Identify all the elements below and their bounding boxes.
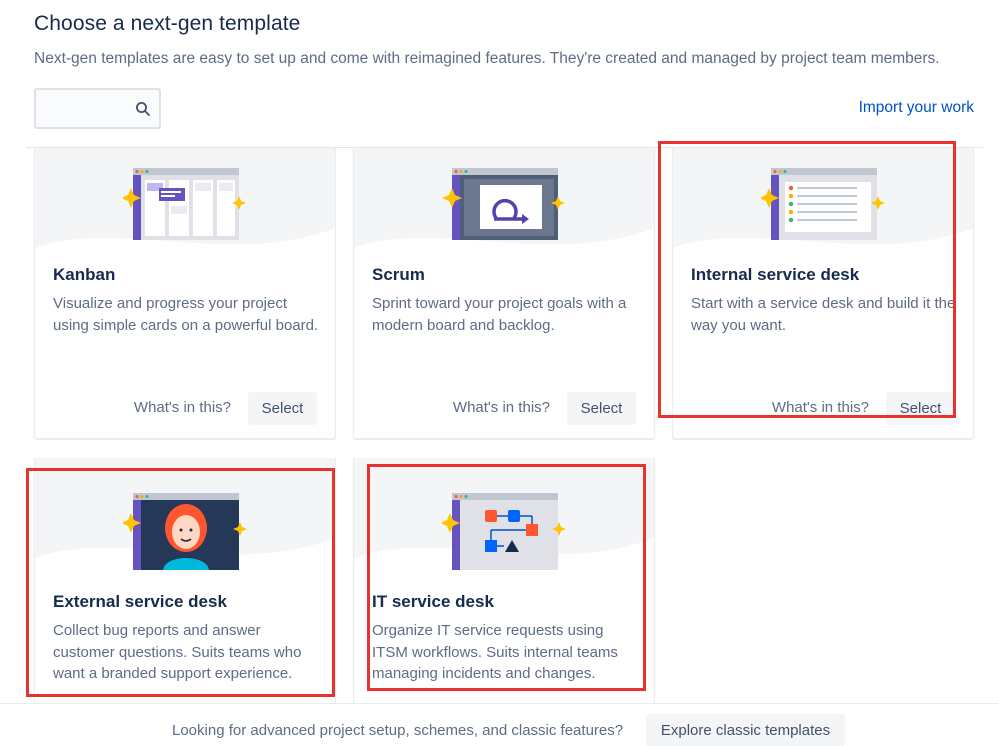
card-title: Scrum bbox=[372, 265, 425, 284]
scrum-sprint-illustration bbox=[442, 168, 565, 240]
card-description: Start with a service desk and build it t… bbox=[691, 295, 956, 334]
card-title: Kanban bbox=[53, 265, 116, 284]
template-card-external-service-desk[interactable]: External service desk Collect bug report… bbox=[34, 458, 336, 704]
card-description: Sprint toward your project goals with a … bbox=[372, 295, 627, 334]
template-card-scrum[interactable]: Scrum Sprint toward your project goals w… bbox=[353, 148, 655, 439]
card-title: External service desk bbox=[53, 592, 227, 611]
select-button[interactable]: Select bbox=[886, 392, 955, 425]
card-title: IT service desk bbox=[372, 592, 494, 611]
footer-text: Looking for advanced project setup, sche… bbox=[172, 722, 624, 739]
card-title: Internal service desk bbox=[691, 265, 860, 284]
page-subtitle: Next-gen templates are easy to set up an… bbox=[34, 50, 940, 67]
search-icon bbox=[136, 102, 150, 116]
whats-in-this-link[interactable]: What's in this? bbox=[772, 399, 869, 416]
select-button[interactable]: Select bbox=[248, 392, 317, 425]
select-button[interactable]: Select bbox=[567, 392, 636, 425]
search-input[interactable] bbox=[42, 98, 132, 120]
template-card-internal-service-desk[interactable]: Internal service desk Start with a servi… bbox=[672, 148, 974, 439]
whats-in-this-link[interactable]: What's in this? bbox=[134, 399, 231, 416]
card-description: Visualize and progress your project usin… bbox=[53, 295, 319, 334]
kanban-board-illustration bbox=[123, 168, 246, 240]
whats-in-this-link[interactable]: What's in this? bbox=[453, 399, 550, 416]
footer-bar: Looking for advanced project setup, sche… bbox=[0, 703, 999, 746]
card-description: Collect bug reports and answer customer … bbox=[53, 622, 302, 682]
card-description: Organize IT service requests using ITSM … bbox=[372, 622, 618, 682]
import-your-work-link[interactable]: Import your work bbox=[859, 99, 974, 117]
workflow-diagram-illustration bbox=[442, 493, 566, 570]
template-card-it-service-desk[interactable]: IT service desk Organize IT service requ… bbox=[353, 458, 655, 704]
service-desk-list-illustration bbox=[761, 168, 885, 240]
customer-avatar-illustration bbox=[123, 493, 247, 570]
template-card-kanban[interactable]: Kanban Visualize and progress your proje… bbox=[34, 148, 336, 439]
search-box[interactable] bbox=[34, 88, 161, 129]
explore-classic-templates-button[interactable]: Explore classic templates bbox=[646, 714, 845, 746]
page-title: Choose a next-gen template bbox=[34, 12, 301, 35]
